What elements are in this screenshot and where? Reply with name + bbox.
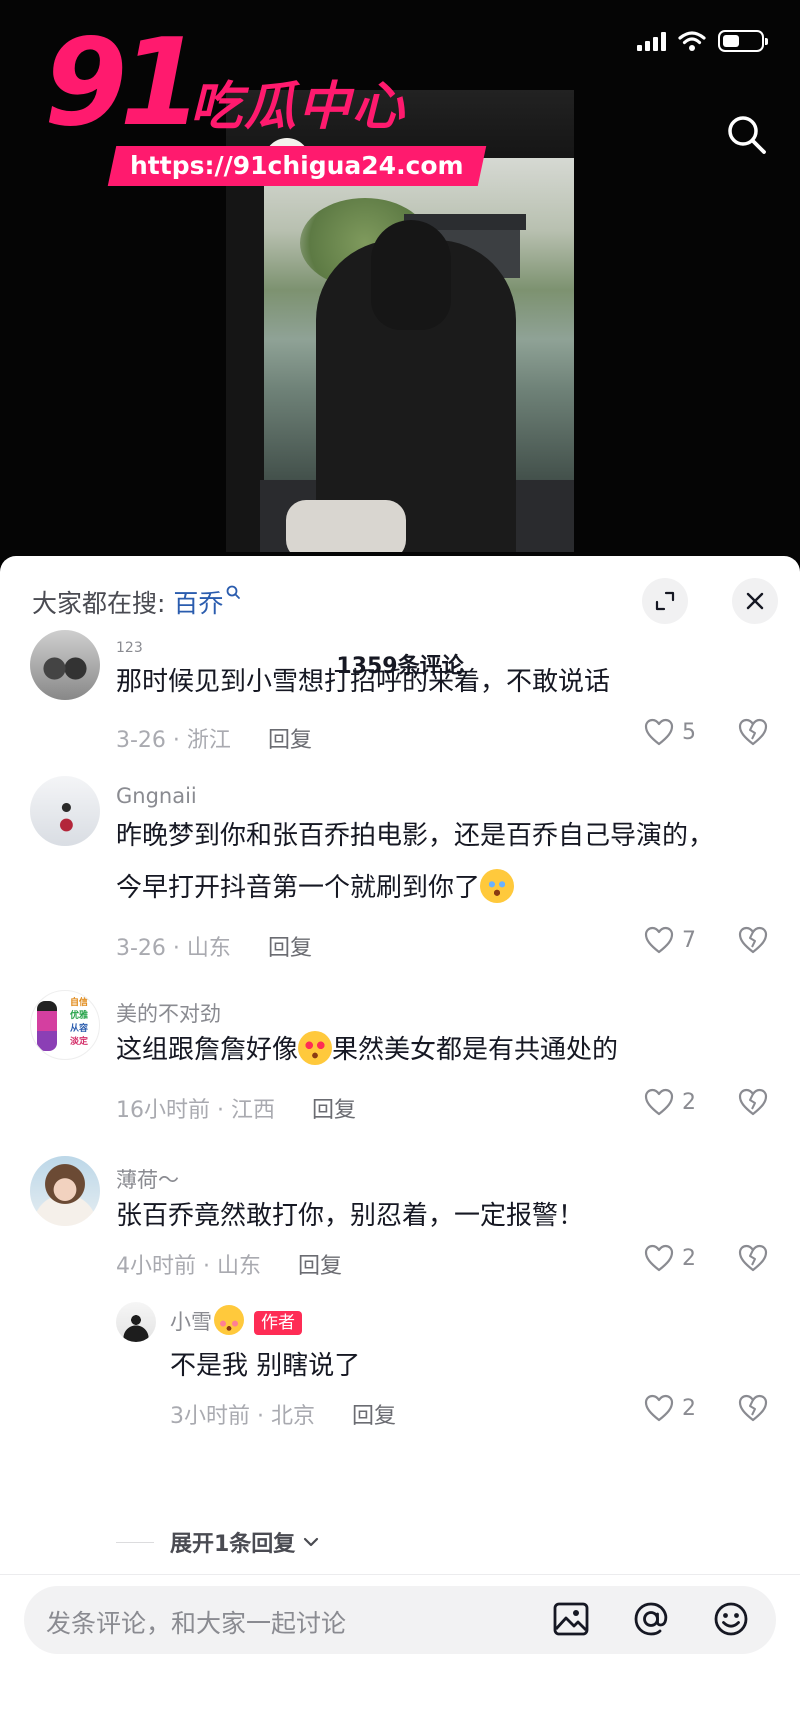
like-count: 5 [682, 719, 696, 745]
expand-replies-button[interactable]: 展开1条回复 [116, 1526, 319, 1558]
battery-icon [718, 30, 768, 52]
avatar[interactable] [116, 1302, 156, 1342]
blushing-emoji-icon [214, 1305, 244, 1335]
comment-username[interactable]: Gngnaii [116, 784, 197, 808]
at-icon[interactable] [632, 1600, 670, 1638]
video-area[interactable]: 91 吃瓜中心 https://91chigua24.com [0, 0, 800, 560]
comment-meta: 4小时前 · 山东 回复 [116, 1254, 343, 1279]
like-count: 2 [682, 1395, 696, 1421]
hot-search-keyword[interactable]: 百乔 [173, 589, 223, 618]
avatar[interactable] [30, 630, 100, 700]
heart-icon [644, 1244, 674, 1272]
reply-button[interactable]: 回复 [298, 1254, 342, 1279]
reply-button[interactable]: 回复 [268, 936, 312, 961]
author-badge: 作者 [254, 1311, 302, 1335]
heart-eyes-emoji-icon [298, 1030, 333, 1065]
hot-search-bar: 大家都在搜: 百乔 [32, 584, 241, 620]
comment-text: 这组跟詹詹好像 果然美女都是有共通处的 [116, 1024, 776, 1076]
comment-username[interactable]: 123 [116, 640, 143, 656]
watermark-url: https://91chigua24.com [107, 146, 486, 186]
reply-text: 不是我 别瞎说了 [170, 1351, 361, 1381]
avatar[interactable] [30, 776, 100, 846]
reply-username: 小雪 作者 [170, 1305, 302, 1338]
like-button[interactable]: 5 [644, 718, 696, 746]
comment-text: 那时候见到小雪想打招呼的来着，不敢说话 [116, 667, 611, 697]
like-button[interactable]: 7 [644, 926, 696, 954]
like-button[interactable]: 2 [644, 1088, 696, 1116]
broken-heart-icon[interactable] [738, 1244, 768, 1272]
like-count: 7 [682, 927, 696, 953]
expand-button[interactable] [642, 578, 688, 624]
comment-input-placeholder: 发条评论，和大家一起讨论 [46, 1609, 347, 1638]
watermark-logo: 91 吃瓜中心 https://91chigua24.com [44, 14, 486, 186]
status-bar [637, 30, 768, 52]
divider [0, 1574, 800, 1575]
avatar[interactable] [30, 1156, 100, 1226]
reply-meta: 3小时前 · 北京 回复 [170, 1404, 397, 1429]
reply-button[interactable]: 回复 [312, 1098, 356, 1123]
broken-heart-icon[interactable] [738, 1394, 768, 1422]
broken-heart-icon[interactable] [738, 718, 768, 746]
comment-meta: 3-26 · 浙江 回复 [116, 728, 312, 753]
signal-icon [637, 31, 666, 51]
wifi-icon [678, 31, 706, 51]
expand-replies-label: 展开1条回复 [170, 1532, 296, 1557]
comment-text: 张百乔竟然敢打你，别忍着，一定报警！ [116, 1201, 585, 1231]
heart-icon [644, 718, 674, 746]
comment-text: 昨晚梦到你和张百乔拍电影，还是百乔自己导演的， 今早打开抖音第一个就刷到你了 [116, 821, 715, 903]
heart-icon [644, 926, 674, 954]
heart-icon [644, 1394, 674, 1422]
broken-heart-icon[interactable] [738, 926, 768, 954]
close-button[interactable] [732, 578, 778, 624]
watermark-number: 91 [44, 14, 203, 153]
close-icon [746, 592, 764, 610]
chevron-down-icon [304, 1537, 319, 1547]
image-icon[interactable] [552, 1600, 590, 1638]
like-button[interactable]: 2 [644, 1394, 696, 1422]
like-count: 2 [682, 1089, 696, 1115]
search-icon[interactable] [724, 112, 768, 156]
comment-meta: 16小时前 · 江西 回复 [116, 1098, 357, 1123]
emoji-icon[interactable] [712, 1600, 750, 1638]
avatar[interactable]: 自信 优雅 从容 淡定 [30, 990, 100, 1060]
like-button[interactable]: 2 [644, 1244, 696, 1272]
hot-search-prefix: 大家都在搜: [32, 589, 166, 618]
comment-meta: 3-26 · 山东 回复 [116, 936, 312, 961]
broken-heart-icon[interactable] [738, 1088, 768, 1116]
comment-sheet: 大家都在搜: 百乔 1359条评论 123 那时候见到小雪想打招呼的来着，不敢说… [0, 556, 800, 1731]
keyword-search-icon[interactable] [225, 584, 241, 600]
comment-input[interactable]: 发条评论，和大家一起讨论 [24, 1586, 776, 1654]
input-actions [552, 1600, 750, 1638]
reply-button[interactable]: 回复 [268, 728, 312, 753]
expand-icon [655, 591, 675, 611]
reply-button[interactable]: 回复 [352, 1404, 396, 1429]
crying-emoji-icon [480, 868, 515, 903]
heart-icon [644, 1088, 674, 1116]
watermark-site-name: 吃瓜中心 [190, 77, 407, 137]
like-count: 2 [682, 1245, 696, 1271]
